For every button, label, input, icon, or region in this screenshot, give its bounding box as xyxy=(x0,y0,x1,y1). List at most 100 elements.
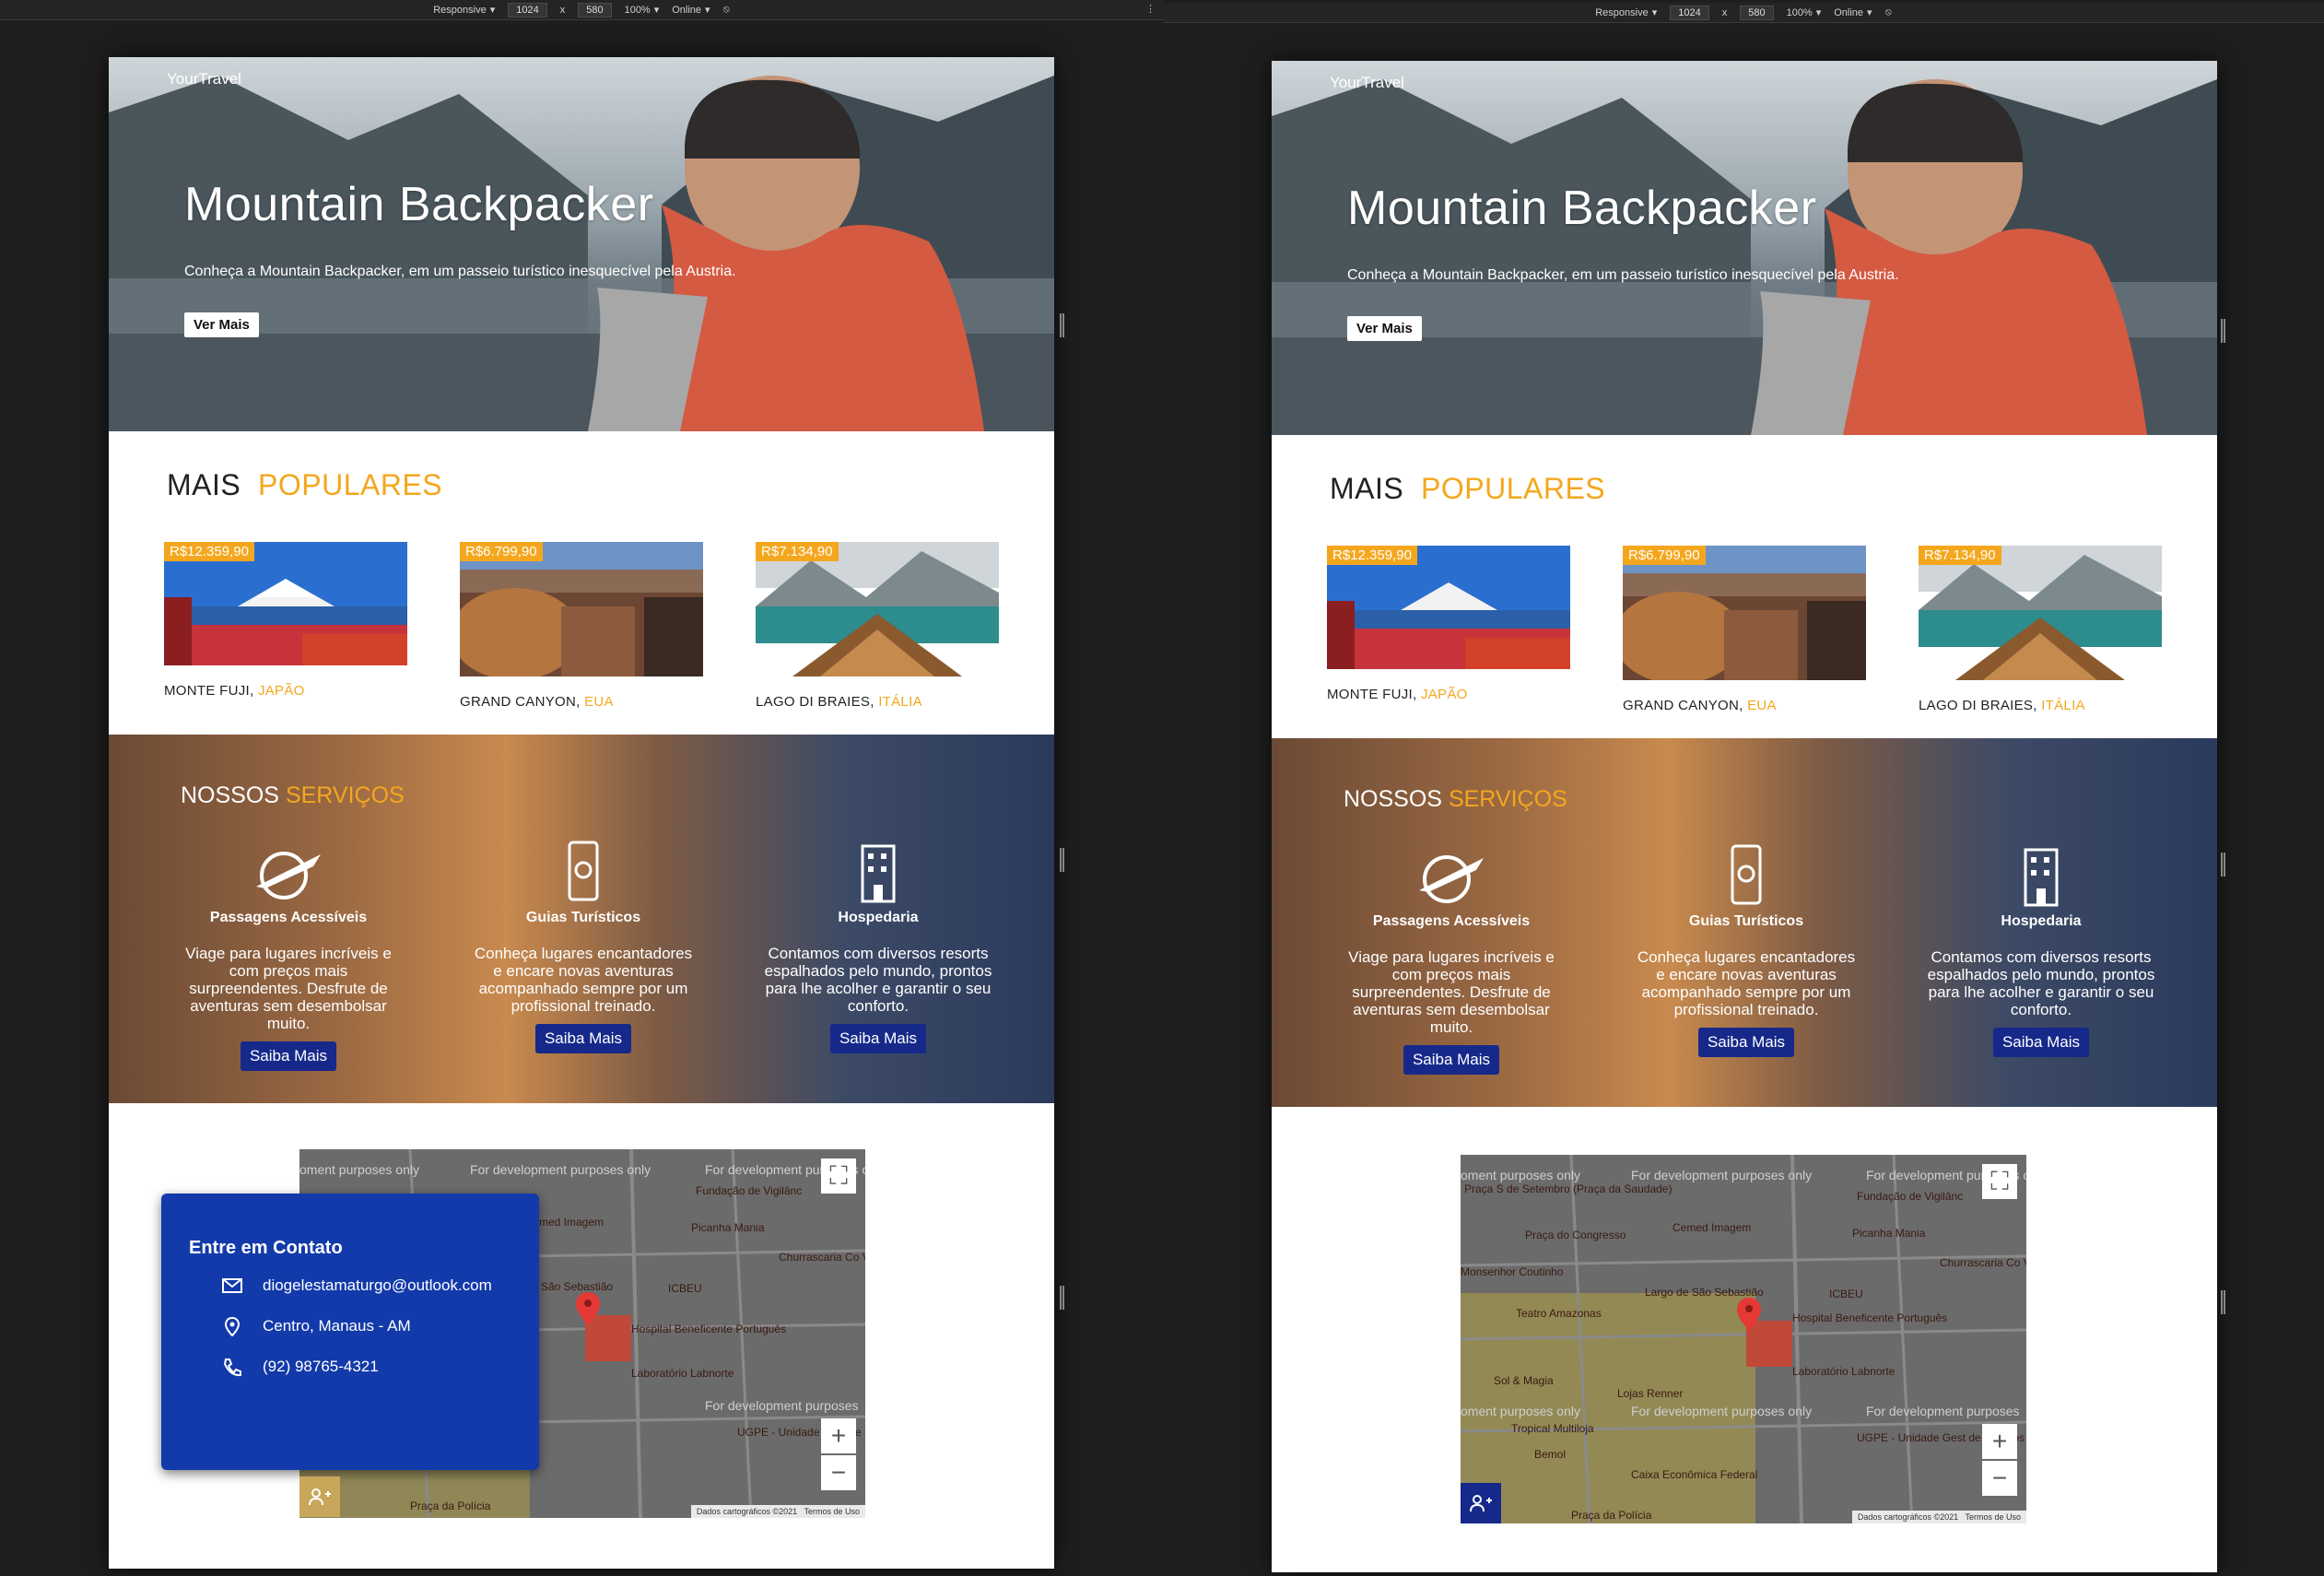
chevron-down-icon: ▾ xyxy=(489,5,496,16)
rotate-icon[interactable]: ⦸ xyxy=(723,4,730,16)
map-label-caixa: Caixa Econômica Federal xyxy=(1631,1468,1758,1481)
map-watermark: oment purposes only xyxy=(299,1162,419,1177)
map-watermark: oment purposes only xyxy=(1461,1404,1580,1418)
responsive-dropdown[interactable]: Responsive ▾ xyxy=(433,4,496,17)
map-label-monsenhor: Monsenhor Coutinho xyxy=(1461,1265,1564,1278)
brand-logo[interactable]: YourTravel xyxy=(167,70,241,88)
hotel-building-icon xyxy=(861,844,896,903)
resize-handle[interactable] xyxy=(2221,1290,2225,1314)
saiba-mais-button[interactable]: Saiba Mais xyxy=(534,1024,632,1053)
servicos-title-a: NOSSOS xyxy=(181,782,279,808)
populares-title-b: POPULARES xyxy=(258,468,443,501)
card-grand-canyon[interactable]: R$6.799,90 GRAND CANYON, EUA xyxy=(1623,546,1866,713)
servicos-section: NOSSOS SERVIÇOS Passagens Acessíveis Via… xyxy=(1272,738,2217,1107)
map-watermark: For development purposes xyxy=(705,1398,859,1413)
saiba-mais-button[interactable]: Saiba Mais xyxy=(829,1024,927,1053)
zoom-in-button[interactable]: + xyxy=(1982,1424,2017,1459)
price-badge: R$6.799,90 xyxy=(1623,546,1706,565)
map-label-icbeu: ICBEU xyxy=(668,1282,702,1295)
more-options-icon[interactable]: ⋮ xyxy=(1145,3,1156,15)
populares-title-b: POPULARES xyxy=(1421,472,1606,505)
width-field[interactable]: 1024 xyxy=(508,2,547,18)
service-name: Passagens Acessíveis xyxy=(1372,913,1531,929)
map-label-churrascaria: Churrascaria Co Verde - P xyxy=(1940,1256,2026,1269)
card-place: MONTE FUJI, xyxy=(164,683,254,699)
price-badge: R$7.134,90 xyxy=(756,542,839,561)
card-country: ITÁLIA xyxy=(878,694,922,710)
servicos-title-b: SERVIÇOS xyxy=(285,782,405,808)
card-lago-di-braies[interactable]: R$7.134,90 LAGO DI BRAIES, ITÁLIA xyxy=(1919,546,2162,713)
service-name: Guias Turísticos xyxy=(1688,913,1804,929)
card-image: R$12.359,90 xyxy=(164,542,407,665)
chevron-down-icon: ▾ xyxy=(705,5,710,16)
responsive-dropdown[interactable]: Responsive ▾ xyxy=(1595,6,1657,19)
add-contact-button[interactable] xyxy=(1461,1483,1501,1523)
devtools-pane-right: Responsive ▾ 1024 x 580 100% ▾ Online ▾ ⦸ Y… xyxy=(1163,0,2324,1576)
hero-background-image xyxy=(1272,79,2217,435)
card-country: JAPÃO xyxy=(1420,687,1468,702)
width-field[interactable]: 1024 xyxy=(1670,5,1709,20)
map-label-churrascaria: Churrascaria Co Verde - P xyxy=(779,1251,865,1264)
contact-phone-text[interactable]: (92) 98765-4321 xyxy=(263,1358,379,1376)
populares-title-a: MAIS xyxy=(167,468,241,501)
service-name: Guias Turísticos xyxy=(525,910,641,925)
zoom-dropdown[interactable]: 100% ▾ xyxy=(625,4,660,17)
populares-title-a: MAIS xyxy=(1330,472,1404,505)
service-name: Hospedaria xyxy=(2001,913,2082,929)
zoom-out-button[interactable]: − xyxy=(1982,1461,2017,1496)
map-terms-link[interactable]: Termos de Uso xyxy=(1965,1512,2021,1522)
add-contact-button[interactable] xyxy=(299,1476,340,1517)
resize-handle[interactable] xyxy=(1060,1286,1064,1310)
zoom-label: 100% xyxy=(1786,6,1813,18)
network-dropdown[interactable]: Online ▾ xyxy=(672,4,710,17)
ver-mais-button[interactable]: Ver Mais xyxy=(184,312,259,337)
card-monte-fuji[interactable]: R$12.359,90 MONTE FUJI, JAPÃO xyxy=(164,542,407,699)
price-badge: R$12.359,90 xyxy=(1327,546,1417,565)
height-field[interactable]: 580 xyxy=(1740,5,1774,20)
fullscreen-icon[interactable]: ⛶ xyxy=(1982,1164,2017,1199)
map-terms-link[interactable]: Termos de Uso xyxy=(804,1507,860,1516)
map-label-icbeu: ICBEU xyxy=(1829,1288,1863,1300)
map-marker-icon[interactable] xyxy=(1737,1298,1761,1331)
ver-mais-button[interactable]: Ver Mais xyxy=(1347,316,1422,341)
brand-logo[interactable]: YourTravel xyxy=(1330,74,1404,92)
google-map[interactable]: oment purposes only For development purp… xyxy=(1461,1155,2026,1523)
hero-section: YourTravel Mountain Backpacker Conheça a… xyxy=(1272,61,2217,435)
service-guias: Guias Turísticos Conheça lugares encanta… xyxy=(459,841,708,1053)
mail-icon xyxy=(222,1278,242,1293)
resize-handle[interactable] xyxy=(2221,319,2225,343)
card-grand-canyon[interactable]: R$6.799,90 GRAND CANYON, EUA xyxy=(460,542,703,710)
chevron-down-icon: ▾ xyxy=(653,5,660,16)
height-field[interactable]: 580 xyxy=(578,2,612,18)
saiba-mais-button[interactable]: Saiba Mais xyxy=(1697,1028,1795,1057)
fullscreen-icon[interactable]: ⛶ xyxy=(821,1158,856,1194)
servicos-title: NOSSOS SERVIÇOS xyxy=(181,782,405,809)
map-label-picanha: Picanha Mania xyxy=(691,1221,765,1234)
saiba-mais-button[interactable]: Saiba Mais xyxy=(1403,1045,1500,1075)
service-description: Conheça lugares encantadores e encare no… xyxy=(474,945,693,1015)
populares-title: MAIS POPULARES xyxy=(1330,472,1605,506)
resize-handle[interactable] xyxy=(1060,848,1064,872)
map-marker-icon[interactable] xyxy=(576,1292,600,1325)
resize-handle[interactable] xyxy=(1060,313,1064,337)
card-lago-di-braies[interactable]: R$7.134,90 LAGO DI BRAIES, ITÁLIA xyxy=(756,542,999,710)
map-footer: Dados cartográficos ©2021 Termos de Uso xyxy=(690,1505,865,1518)
location-pin-icon xyxy=(224,1316,241,1336)
resize-handle[interactable] xyxy=(2221,853,2225,876)
saiba-mais-button[interactable]: Saiba Mais xyxy=(1992,1028,2090,1057)
hero-section: YourTravel Mountain Backpacker Conheça a… xyxy=(109,57,1054,431)
zoom-dropdown[interactable]: 100% ▾ xyxy=(1786,6,1822,19)
rotate-icon[interactable]: ⦸ xyxy=(1885,6,1892,18)
map-watermark: For development purposes only xyxy=(470,1162,651,1177)
user-plus-icon xyxy=(1470,1495,1492,1512)
zoom-out-button[interactable]: − xyxy=(821,1455,856,1490)
contact-email-text[interactable]: diogelestamaturgo@outlook.com xyxy=(263,1276,492,1295)
card-caption: MONTE FUJI, JAPÃO xyxy=(1327,687,1468,702)
card-monte-fuji[interactable]: R$12.359,90 MONTE FUJI, JAPÃO xyxy=(1327,546,1570,702)
service-name: Passagens Acessíveis xyxy=(209,910,368,925)
network-dropdown[interactable]: Online ▾ xyxy=(1834,6,1872,19)
card-place: MONTE FUJI, xyxy=(1327,687,1417,702)
saiba-mais-button[interactable]: Saiba Mais xyxy=(240,1041,337,1071)
zoom-in-button[interactable]: + xyxy=(821,1418,856,1453)
map-label-laboratorio: Laboratório Labnorte xyxy=(1792,1365,1896,1378)
